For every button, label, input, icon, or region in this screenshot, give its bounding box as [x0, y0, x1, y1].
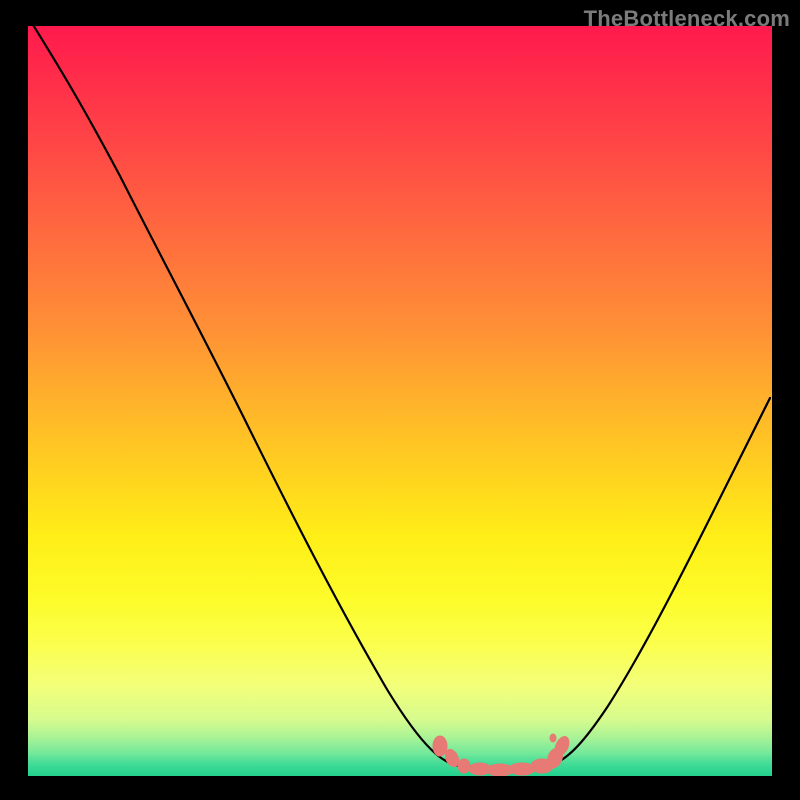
bottleneck-curve-path — [30, 26, 770, 768]
chart-frame: TheBottleneck.com — [0, 0, 800, 800]
bottleneck-curve-svg — [28, 26, 772, 776]
flat-region-markers — [433, 734, 572, 776]
plot-area — [28, 26, 772, 776]
